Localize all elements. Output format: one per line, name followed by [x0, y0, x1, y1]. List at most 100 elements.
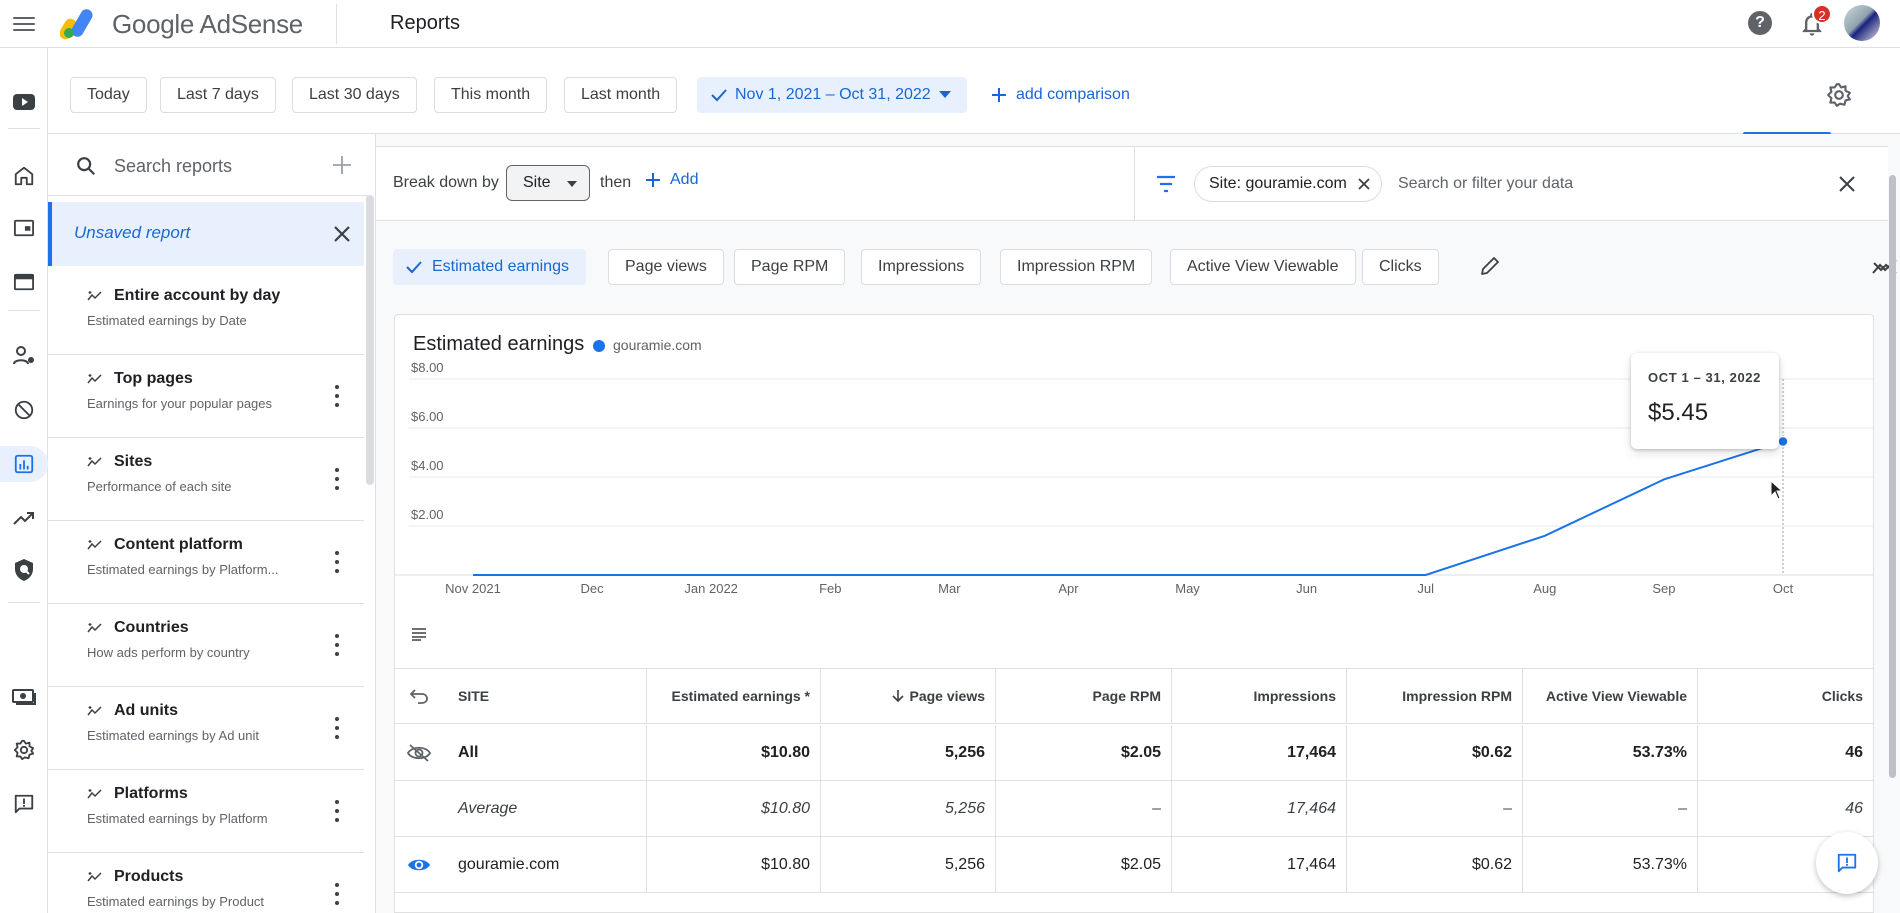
column-header-impression-rpm[interactable]: Impression RPM — [1347, 669, 1512, 723]
more-options-icon[interactable] — [334, 385, 340, 407]
table-cell-site: gouramie.com — [458, 855, 560, 873]
report-item[interactable]: Ad units Estimated earnings by Ad unit — [48, 687, 364, 770]
metric-chip-impression-rpm[interactable]: Impression RPM — [1000, 249, 1153, 285]
more-options-icon[interactable] — [334, 634, 340, 656]
edit-metrics-pencil-icon[interactable] — [1479, 255, 1501, 277]
filter-data-search-input[interactable] — [1398, 170, 1698, 198]
more-options-icon[interactable] — [334, 468, 340, 490]
filter-icon[interactable] — [1154, 174, 1178, 194]
report-item[interactable]: Platforms Estimated earnings by Platform — [48, 770, 364, 853]
metric-chip-estimated-earnings[interactable]: Estimated earnings — [393, 249, 586, 285]
date-chip-last-month[interactable]: Last month — [564, 77, 678, 113]
table-cell: $10.80 — [761, 799, 810, 817]
feedback-icon — [1837, 853, 1857, 873]
more-options-icon[interactable] — [334, 717, 340, 739]
selected-date-range-label: Nov 1, 2021 – Oct 31, 2022 — [735, 86, 931, 103]
date-chip-this-month[interactable]: This month — [434, 77, 548, 113]
feedback-fab-button[interactable] — [1816, 832, 1878, 894]
column-header-page-views[interactable]: Page views — [821, 669, 985, 723]
report-item[interactable]: Products Estimated earnings by Product — [48, 853, 364, 913]
report-item-title: Entire account by day — [114, 287, 281, 304]
ads-icon[interactable] — [6, 264, 42, 300]
trend-sparkle-icon — [87, 872, 102, 882]
topbar-divider — [336, 4, 337, 44]
table-cell: $0.62 — [1471, 743, 1512, 761]
table-cell: 46 — [1845, 743, 1863, 761]
table-cell: 5,256 — [944, 855, 985, 873]
date-chip-last-7-days[interactable]: Last 7 days — [160, 77, 276, 113]
date-chip-last-30-days[interactable]: Last 30 days — [292, 77, 417, 113]
table-cell: 46 — [1845, 799, 1863, 817]
table-cell: 5,256 — [944, 743, 985, 761]
more-options-icon[interactable] — [334, 551, 340, 573]
more-options-icon[interactable] — [334, 883, 340, 905]
column-header-clicks[interactable]: Clicks — [1698, 669, 1863, 723]
main-menu-icon[interactable] — [10, 10, 38, 38]
table-cell: $2.05 — [1120, 855, 1161, 873]
policy-center-icon[interactable] — [6, 552, 42, 588]
x-tick-label: May — [1175, 581, 1200, 596]
reports-icon[interactable] — [0, 446, 48, 482]
report-item[interactable]: Content platform Estimated earnings by P… — [48, 521, 364, 604]
sites-icon[interactable] — [6, 210, 42, 246]
column-header-estimated-earnings[interactable]: Estimated earnings * — [647, 669, 811, 723]
blocking-controls-icon[interactable] — [6, 392, 42, 428]
x-tick-label: Aug — [1533, 581, 1556, 596]
privacy-messaging-icon[interactable] — [6, 338, 42, 374]
panel-scrollbar[interactable] — [366, 195, 374, 485]
date-chip-today[interactable]: Today — [70, 77, 147, 113]
rail-separator — [8, 128, 40, 129]
add-comparison-button[interactable]: add comparison — [992, 77, 1130, 113]
selected-date-range-button[interactable]: Nov 1, 2021 – Oct 31, 2022 — [697, 77, 967, 113]
chart-data-table-icon[interactable] — [411, 627, 427, 641]
close-icon[interactable] — [332, 224, 352, 244]
feedback-icon[interactable] — [6, 786, 42, 822]
adsense-logo[interactable] — [60, 6, 100, 40]
metric-chip-clicks[interactable]: Clicks — [1362, 249, 1439, 285]
metric-chip-page-rpm[interactable]: Page RPM — [734, 249, 846, 285]
column-header-active-view-viewable[interactable]: Active View Viewable — [1523, 669, 1687, 723]
remove-filter-close-icon[interactable] — [1357, 177, 1371, 191]
table-cell-site: All — [458, 743, 479, 761]
report-item-title: Countries — [114, 619, 189, 636]
y-tick-label: $6.00 — [411, 409, 444, 424]
trend-sparkle-icon — [87, 374, 102, 384]
page-views-header-label: Page views — [909, 688, 986, 704]
column-header-impressions[interactable]: Impressions — [1172, 669, 1336, 723]
report-item[interactable]: Countries How ads perform by country — [48, 604, 364, 687]
youtube-icon[interactable] — [6, 84, 42, 120]
payments-icon[interactable] — [6, 678, 42, 714]
main-scrollbar[interactable] — [1889, 175, 1896, 778]
visibility-eye-icon[interactable] — [407, 837, 437, 892]
x-tick-label: Jun — [1296, 581, 1317, 596]
account-avatar[interactable] — [1844, 5, 1880, 41]
add-breakdown-label: Add — [670, 171, 699, 188]
table-cell: 17,464 — [1287, 743, 1336, 761]
account-settings-gear-icon[interactable] — [6, 732, 42, 768]
report-item[interactable]: Top pages Earnings for your popular page… — [48, 355, 364, 438]
metric-chip-active-view-viewable[interactable]: Active View Viewable — [1170, 249, 1356, 285]
report-settings-gear-icon[interactable] — [1826, 82, 1852, 108]
help-icon[interactable]: ? — [1748, 11, 1772, 35]
column-header-page-rpm[interactable]: Page RPM — [996, 669, 1161, 723]
home-icon[interactable] — [6, 158, 42, 194]
breakdown-dimension-select[interactable]: Site — [506, 165, 590, 201]
more-options-icon[interactable] — [334, 800, 340, 822]
add-breakdown-button[interactable]: Add — [646, 171, 698, 189]
undo-icon[interactable] — [409, 669, 439, 723]
unsaved-report-item[interactable]: Unsaved report — [48, 202, 364, 266]
new-report-plus-icon[interactable] — [330, 153, 354, 177]
report-item-title: Ad units — [114, 702, 178, 719]
column-header-site[interactable]: SITE — [458, 669, 598, 723]
search-reports-input[interactable] — [114, 152, 314, 180]
metric-chip-page-views[interactable]: Page views — [608, 249, 724, 285]
report-item[interactable]: Entire account by day Estimated earnings… — [48, 272, 364, 355]
metric-chip-impressions[interactable]: Impressions — [861, 249, 982, 285]
trend-sparkle-icon — [87, 706, 102, 716]
visibility-off-icon[interactable] — [407, 725, 437, 780]
site-filter-chip[interactable]: Site: gouramie.com — [1194, 166, 1382, 202]
optimization-trend-icon[interactable] — [6, 500, 42, 536]
search-icon — [77, 157, 96, 176]
report-item[interactable]: Sites Performance of each site — [48, 438, 364, 521]
clear-filters-close-icon[interactable] — [1838, 175, 1856, 193]
